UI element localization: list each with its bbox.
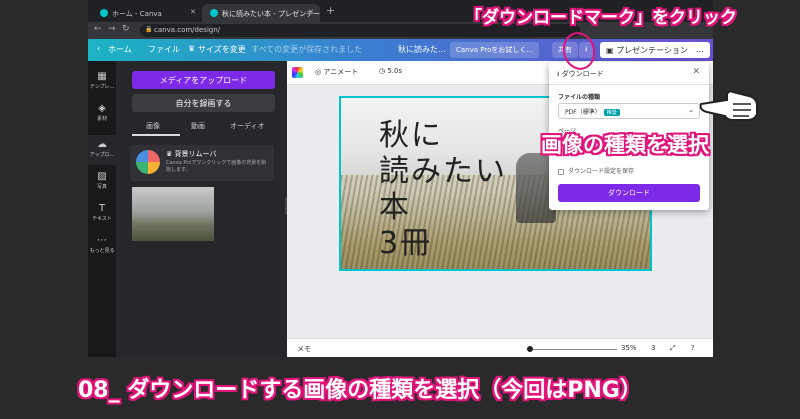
record-yourself-button[interactable]: 自分を録画する	[132, 94, 275, 112]
shapes-icon: ◈	[98, 103, 106, 114]
reload-icon[interactable]: ↻	[122, 24, 130, 34]
promo-title-text: 背景リムーバ	[174, 150, 217, 158]
zoom-slider-handle[interactable]	[527, 346, 533, 352]
rail-label: 素材	[96, 116, 107, 122]
annotation-select-type: 画像の種類を選択	[541, 133, 709, 157]
crown-icon: ♛	[166, 150, 175, 158]
active-tab-indicator	[132, 134, 180, 136]
help-icon[interactable]: ?	[691, 344, 695, 352]
duration-button[interactable]: ◷ 5.0s	[379, 67, 402, 75]
download-heading-text: ダウンロード	[561, 70, 604, 78]
pointing-hand-icon	[699, 90, 758, 121]
annotation-caption: 08_ ダウンロードする画像の種類を選択（今回はPNG）	[78, 378, 642, 403]
back-arrow-icon[interactable]: ←	[94, 24, 102, 34]
canva-toolbar: ‹ ホーム ファイル ♛ サイズを変更 すべての変更が保存されました 秋に読みた…	[88, 39, 713, 61]
file-type-label: ファイルの種類	[558, 94, 601, 101]
rail-label: テキスト	[92, 216, 112, 222]
rail-label: もっと見る	[89, 248, 115, 254]
notes-button[interactable]: メモ	[297, 344, 311, 354]
crown-icon: ♛	[188, 44, 196, 53]
text-icon: T	[98, 203, 106, 214]
resize-button[interactable]: サイズを変更	[198, 44, 246, 55]
divider	[549, 84, 709, 85]
present-button[interactable]: ▣ プレゼンテーション	[600, 42, 694, 58]
tab-label: ホーム - Canva	[112, 10, 162, 18]
rail-label: アップロ...	[89, 152, 115, 158]
tab-images[interactable]: 画像	[146, 121, 160, 131]
chevron-down-icon: ⌄	[688, 106, 694, 114]
rail-item-elements[interactable]: ◈ 素材	[88, 103, 116, 122]
present-label: プレゼンテーション	[616, 46, 688, 55]
title-line-4[interactable]: 3冊	[379, 218, 432, 262]
rail-label: 写真	[96, 184, 107, 190]
rail-item-photos[interactable]: ▨ 写真	[88, 171, 116, 190]
left-rail: ▦ テンプレ... ◈ 素材 ☁ アップロ... ▨ 写真 T テキスト ⋯ も…	[88, 61, 116, 357]
uploaded-image-thumbnail[interactable]	[132, 187, 214, 241]
page-count[interactable]: 3	[651, 344, 655, 352]
save-status: すべての変更が保存されました	[251, 45, 363, 54]
tab-home[interactable]: ホーム - Canva ✕	[92, 4, 202, 22]
file-menu[interactable]: ファイル	[148, 44, 180, 55]
rail-item-more[interactable]: ⋯ もっと見る	[88, 235, 116, 254]
save-settings-checkbox[interactable]: ダウンロード設定を保存	[558, 166, 634, 175]
template-icon: ▦	[97, 71, 107, 82]
more-dots-icon: ⋯	[97, 235, 107, 246]
duration-label: 5.0s	[387, 67, 403, 75]
tab-videos[interactable]: 動画	[191, 121, 205, 131]
promo-thumbnail	[136, 150, 160, 174]
upload-media-button[interactable]: メディアをアップロード	[132, 71, 275, 89]
close-icon[interactable]: ✕	[190, 8, 196, 16]
fullscreen-icon[interactable]: ⤢	[670, 344, 676, 353]
save-settings-label: ダウンロード設定を保存	[568, 168, 635, 175]
checkbox[interactable]	[558, 168, 564, 175]
rail-item-templates[interactable]: ▦ テンプレ...	[88, 71, 116, 90]
download-heading: ⭳ ダウンロード	[557, 69, 604, 81]
upload-panel: メディアをアップロード 自分を録画する 画像 動画 オーディオ ♛ 背景リムーバ…	[116, 61, 287, 357]
home-button[interactable]: ホーム	[108, 44, 132, 55]
forward-arrow-icon[interactable]: →	[108, 24, 116, 34]
document-title[interactable]: 秋に読みた...	[398, 44, 446, 55]
photo-icon: ▨	[97, 171, 107, 182]
tab-label: 秋に読みたい本 - プレゼンテーション	[222, 10, 320, 18]
editor-footer: メモ 35% 3 ⤢ ?	[287, 338, 713, 357]
rail-item-uploads[interactable]: ☁ アップロ...	[88, 135, 116, 165]
canva-favicon-icon	[210, 9, 218, 17]
promo-description: Canva Proでワンクリックで画像の背景を削除します。	[166, 160, 267, 173]
zoom-level[interactable]: 35%	[621, 344, 637, 352]
file-type-value: PDF（標準）	[565, 109, 601, 116]
tab-design[interactable]: 秋に読みたい本 - プレゼンテーション ✕	[202, 4, 320, 22]
close-icon[interactable]: ✕	[692, 67, 700, 77]
canva-favicon-icon	[100, 9, 108, 17]
url-text: canva.com/design/	[154, 26, 221, 34]
annotation-click-download: 「ダウンロードマーク」をクリック	[465, 8, 737, 28]
animate-button[interactable]: ◎ アニメート	[315, 67, 358, 77]
promo-title: ♛ 背景リムーバ	[166, 149, 216, 159]
canva-pro-button[interactable]: Canva Proをお試しく...	[450, 42, 540, 58]
download-button[interactable]: ダウンロード	[558, 184, 700, 202]
close-icon[interactable]: ✕	[308, 8, 314, 16]
animate-label: アニメート	[323, 68, 359, 76]
color-picker-icon[interactable]	[292, 67, 303, 78]
file-type-select[interactable]: PDF（標準） 推奨 ⌄	[558, 103, 700, 119]
present-icon: ▣	[606, 46, 617, 55]
new-tab-button[interactable]: +	[326, 4, 335, 17]
recommended-badge: 推奨	[603, 109, 620, 116]
lock-icon: 🔒	[145, 26, 153, 33]
back-chevron-icon[interactable]: ‹	[97, 44, 100, 53]
rail-label: テンプレ...	[89, 84, 115, 90]
zoom-slider[interactable]	[527, 349, 617, 350]
tab-audio[interactable]: オーディオ	[230, 121, 265, 131]
rail-item-text[interactable]: T テキスト	[88, 203, 116, 222]
cloud-upload-icon: ☁	[97, 139, 107, 150]
more-button[interactable]: ...	[690, 42, 710, 58]
bg-remover-promo[interactable]: ♛ 背景リムーバ Canva Proでワンクリックで画像の背景を削除します。	[130, 145, 274, 181]
